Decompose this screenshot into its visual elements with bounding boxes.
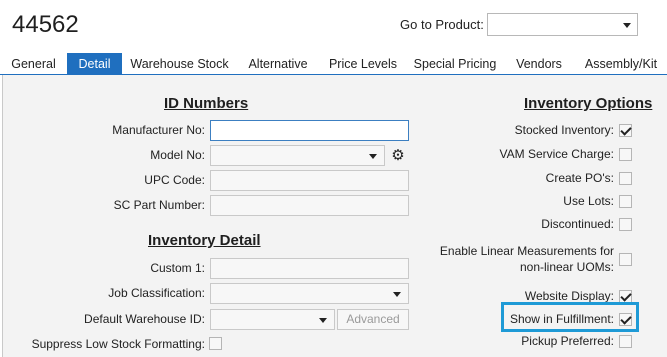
goto-product-select[interactable] bbox=[487, 13, 638, 36]
chevron-down-icon bbox=[369, 154, 377, 159]
chevron-down-icon bbox=[623, 23, 631, 28]
manufacturer-no-label: Manufacturer No: bbox=[112, 123, 205, 137]
tab-detail[interactable]: Detail bbox=[67, 53, 122, 75]
upc-code-field[interactable] bbox=[210, 170, 409, 191]
custom1-label: Custom 1: bbox=[150, 261, 205, 275]
pickup-preferred-label: Pickup Preferred: bbox=[521, 334, 614, 348]
use-lots-checkbox[interactable] bbox=[619, 195, 632, 208]
linear-measurements-label-line1: Enable Linear Measurements for bbox=[439, 244, 614, 258]
tab-special-pricing[interactable]: Special Pricing bbox=[410, 53, 500, 75]
tab-alternative[interactable]: Alternative bbox=[240, 53, 316, 75]
advanced-button[interactable]: Advanced bbox=[337, 309, 409, 330]
linear-measurements-checkbox[interactable] bbox=[619, 253, 632, 266]
manufacturer-no-field[interactable] bbox=[210, 120, 409, 141]
website-display-label: Website Display: bbox=[524, 289, 614, 303]
default-warehouse-select[interactable] bbox=[210, 309, 335, 330]
discontinued-checkbox[interactable] bbox=[619, 218, 632, 231]
gear-icon[interactable]: ⚙ bbox=[388, 145, 408, 166]
default-warehouse-label: Default Warehouse ID: bbox=[84, 312, 205, 326]
chevron-down-icon bbox=[393, 292, 401, 297]
pickup-preferred-checkbox[interactable] bbox=[619, 335, 632, 348]
create-pos-checkbox[interactable] bbox=[619, 172, 632, 185]
suppress-low-stock-label: Suppress Low Stock Formatting: bbox=[31, 337, 205, 351]
job-classification-label: Job Classification: bbox=[108, 286, 205, 300]
product-title: 44562 bbox=[12, 11, 79, 38]
linear-measurements-label-line2: non-linear UOMs: bbox=[519, 260, 614, 274]
custom1-field[interactable] bbox=[210, 258, 409, 279]
sc-part-number-field[interactable] bbox=[210, 195, 409, 216]
use-lots-label: Use Lots: bbox=[563, 194, 614, 208]
tab-bar: General Detail Warehouse Stock Alternati… bbox=[0, 53, 667, 75]
goto-product-label: Go to Product: bbox=[400, 17, 484, 32]
tab-warehouse-stock[interactable]: Warehouse Stock bbox=[127, 53, 232, 75]
show-in-fulfillment-label: Show in Fulfillment: bbox=[509, 312, 614, 326]
tab-vendors[interactable]: Vendors bbox=[508, 53, 570, 75]
suppress-low-stock-checkbox[interactable] bbox=[209, 337, 222, 350]
chevron-down-icon bbox=[319, 318, 327, 323]
upc-code-label: UPC Code: bbox=[144, 173, 205, 187]
job-classification-select[interactable] bbox=[210, 283, 409, 304]
inventory-options-heading: Inventory Options bbox=[524, 95, 653, 112]
model-no-label: Model No: bbox=[150, 148, 205, 162]
model-no-select[interactable] bbox=[210, 145, 385, 166]
discontinued-label: Discontinued: bbox=[541, 217, 614, 231]
stocked-inventory-label: Stocked Inventory: bbox=[514, 123, 614, 137]
create-pos-label: Create PO's: bbox=[545, 171, 614, 185]
sc-part-number-label: SC Part Number: bbox=[113, 198, 205, 212]
vam-service-charge-label: VAM Service Charge: bbox=[499, 147, 615, 161]
tab-assembly-kit[interactable]: Assembly/Kit bbox=[578, 53, 664, 75]
id-numbers-heading: ID Numbers bbox=[164, 95, 249, 112]
show-in-fulfillment-checkbox[interactable] bbox=[619, 313, 632, 326]
stocked-inventory-checkbox[interactable] bbox=[619, 124, 632, 137]
tab-price-levels[interactable]: Price Levels bbox=[324, 53, 402, 75]
vam-service-charge-checkbox[interactable] bbox=[619, 148, 632, 161]
inventory-detail-heading: Inventory Detail bbox=[148, 232, 261, 249]
tab-general[interactable]: General bbox=[2, 53, 65, 75]
